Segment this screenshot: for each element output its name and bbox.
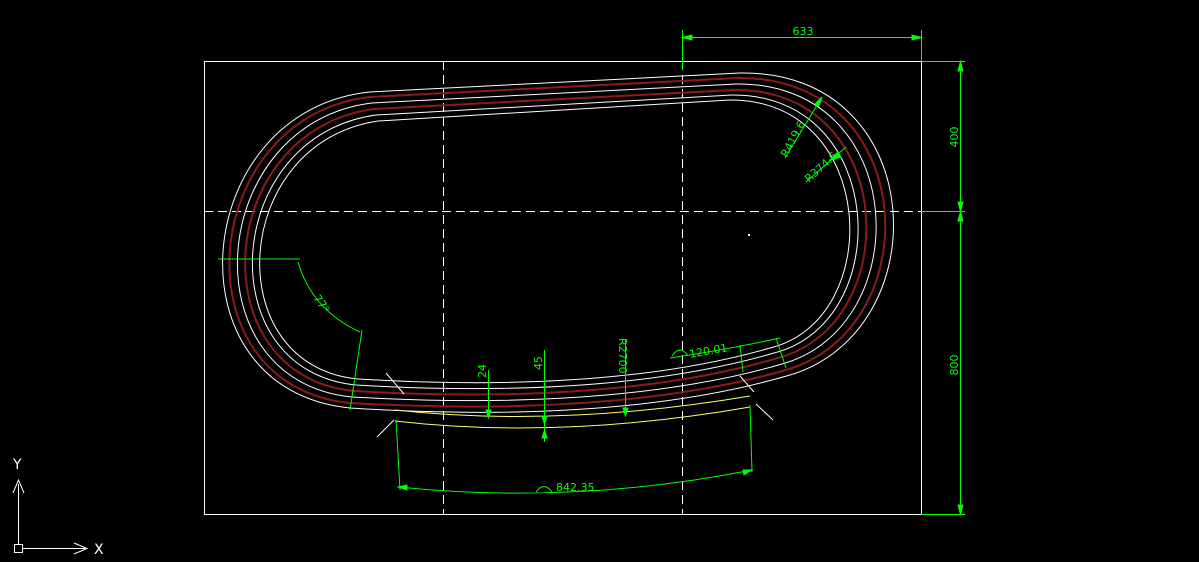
track-lane-2 — [236, 83, 877, 402]
center-lines — [204, 61, 965, 515]
dim-text-radius-inner: R374.6 — [802, 149, 840, 185]
dim-text-R2700: R2700 — [616, 338, 629, 374]
dim-text-45: 45 — [532, 356, 545, 370]
track-lane-1 — [228, 76, 887, 408]
snap-point — [748, 234, 750, 236]
track-inner-edge — [251, 94, 859, 390]
track-lane-3 — [244, 88, 868, 396]
dim-text-400: 400 — [948, 127, 961, 148]
ucs-icon — [12, 478, 89, 555]
dim-text-842: 842.35 — [556, 481, 595, 494]
dim-text-120: 120.01 — [688, 341, 728, 360]
drawing-border — [204, 61, 922, 515]
dim-text-633: 633 — [793, 25, 814, 38]
track-inner-inner-edge — [259, 99, 851, 384]
cad-drawing-canvas[interactable]: 633 400 800 R419.6 R374.6 77° 24 45 R270… — [0, 0, 1199, 562]
ucs-y-label: Y — [12, 457, 22, 473]
dim-text-radius-outer: R419.6 — [778, 119, 808, 160]
angle-arc-77 — [297, 261, 361, 333]
dim-text-800: 800 — [948, 355, 961, 376]
dim-text-24: 24 — [476, 364, 489, 378]
ucs-x-label: X — [94, 542, 104, 558]
